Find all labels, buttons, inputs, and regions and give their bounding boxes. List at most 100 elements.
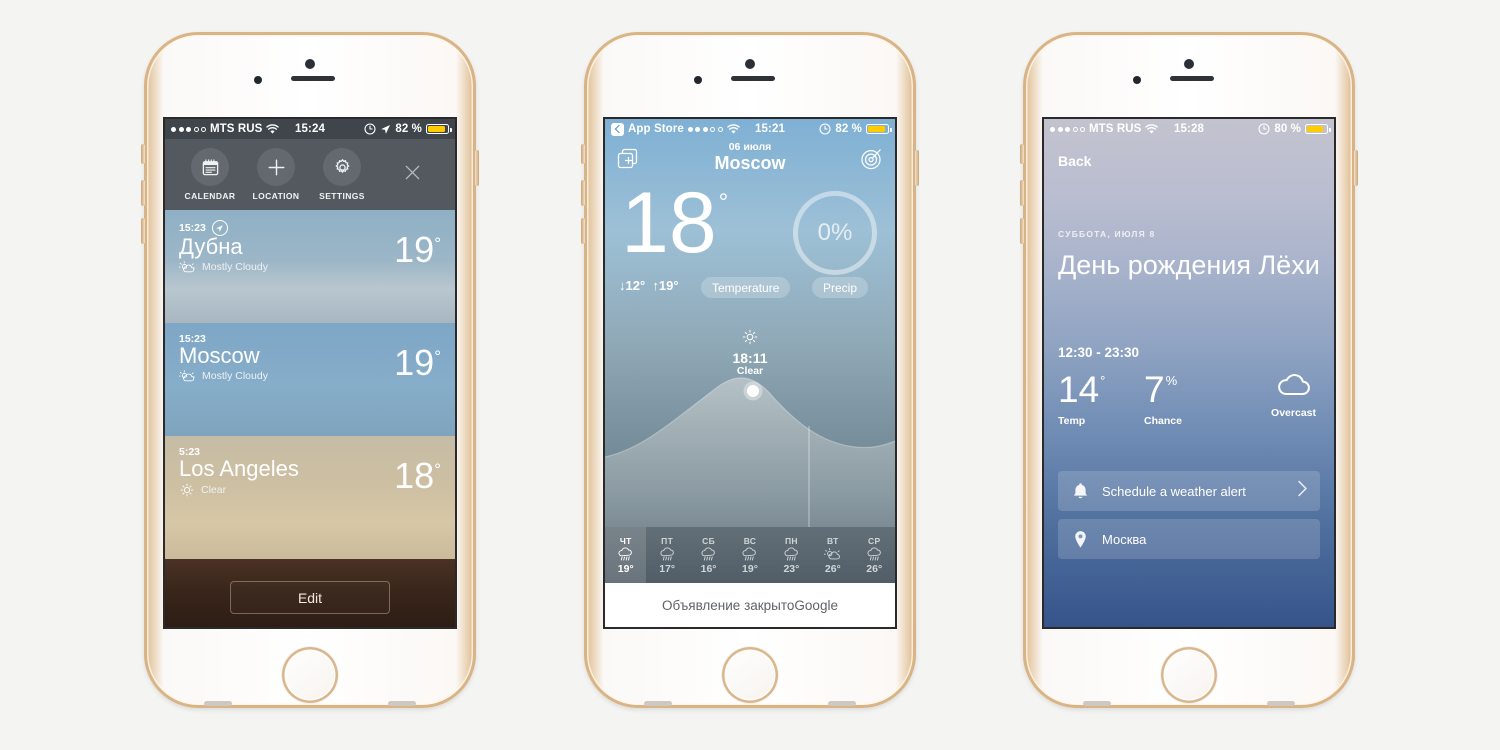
power-button[interactable] [1354, 150, 1358, 186]
forecast-day-name: ВС [743, 535, 757, 546]
carrier-label: MTS RUS [1089, 123, 1142, 135]
toolbar-label-calendar: CALENDAR [184, 191, 236, 201]
volume-down-button[interactable] [581, 218, 585, 244]
back-button[interactable]: Back [1058, 153, 1091, 169]
home-button[interactable] [282, 647, 338, 703]
proximity-sensor [1133, 76, 1141, 84]
metric-condition: Overcast [1271, 371, 1320, 427]
wifi-icon [1145, 123, 1159, 134]
chart-scrubber-handle[interactable] [747, 385, 759, 397]
forecast-day[interactable]: ЧТ 19° [605, 527, 647, 583]
forecast-day[interactable]: ПН 23° [771, 527, 812, 583]
rain-icon [784, 546, 798, 560]
metric-precipitation: 7% Chance [1144, 371, 1240, 427]
front-camera [745, 59, 755, 69]
speaker-grill-left [1083, 701, 1111, 706]
signal-dots-icon [687, 126, 723, 132]
volume-up-button[interactable] [1020, 180, 1024, 206]
forecast-day-name: СР [868, 535, 881, 546]
phone-3-screen[interactable]: MTS RUS 15:28 80 % Back СУББОТА, ИЮЛЯ 8 … [1044, 119, 1334, 627]
row-label: Schedule a weather alert [1102, 483, 1246, 499]
event-title: День рождения Лёхи [1058, 250, 1320, 280]
forecast-day-name: ПН [784, 535, 798, 546]
wifi-icon [266, 123, 280, 134]
volume-down-button[interactable] [1020, 218, 1024, 244]
target-icon[interactable] [859, 147, 883, 171]
status-right: 82 % [364, 123, 452, 135]
forecast-day-temp: 26° [824, 562, 841, 575]
front-camera [305, 59, 315, 69]
battery-percent: 82 % [395, 123, 422, 135]
city-card-los-angeles[interactable]: 5:23 Los Angeles Clear 18° [165, 436, 455, 559]
schedule-weather-alert-row[interactable]: Schedule a weather alert [1058, 471, 1320, 511]
alarm-icon [1258, 123, 1270, 135]
precip-tab[interactable]: Precip [811, 277, 868, 298]
forecast-day[interactable]: ПТ 17° [646, 527, 687, 583]
forecast-day[interactable]: СР 26° [854, 527, 895, 583]
ad-banner[interactable]: Объявление закрыто Google [605, 583, 895, 627]
precip-value: 0% [817, 219, 853, 246]
power-button[interactable] [915, 150, 919, 186]
proximity-sensor [694, 76, 702, 84]
volume-up-button[interactable] [141, 180, 145, 206]
volume-up-button[interactable] [581, 180, 585, 206]
location-row[interactable]: Москва [1058, 519, 1320, 559]
speaker-grill-right [1267, 701, 1295, 706]
partly-cloudy-icon [179, 369, 195, 381]
city-condition: Mostly Cloudy [202, 370, 268, 383]
city-card-dubna[interactable]: 15:23 Дубна Mostly Cloudy 19° [165, 210, 455, 323]
city-condition: Mostly Cloudy [202, 261, 268, 274]
home-button[interactable] [722, 647, 778, 703]
status-left: App Store [611, 122, 740, 136]
carrier-label: MTS RUS [210, 123, 263, 135]
toolbar-button-calendar[interactable]: CALENDAR [177, 148, 243, 201]
phone-1-screen-content: MTS RUS 15:24 82 % CALENDAR LOCATION SET… [165, 119, 455, 627]
city-card-moscow[interactable]: 15:23 Moscow Mostly Cloudy 19° [165, 323, 455, 436]
hour-marker: 18:11 Clear [605, 329, 895, 377]
event-day-label: СУББОТА, ИЮЛЯ 8 [1058, 229, 1156, 239]
forecast-day-temp: 19° [617, 562, 634, 575]
edit-button[interactable]: Edit [230, 581, 390, 614]
status-bar: MTS RUS 15:28 80 % [1044, 119, 1334, 139]
metric-label: Chance [1144, 415, 1182, 427]
front-camera [1184, 59, 1194, 69]
gear-icon [323, 148, 361, 186]
home-button[interactable] [1161, 647, 1217, 703]
forecast-day[interactable]: ВС 19° [729, 527, 770, 583]
power-button[interactable] [475, 150, 479, 186]
mute-switch[interactable] [581, 144, 585, 164]
forecast-day[interactable]: СБ 16° [688, 527, 729, 583]
toolbar-button-location[interactable]: LOCATION [243, 148, 309, 201]
alarm-icon [364, 123, 376, 135]
toolbar-button-settings[interactable]: SETTINGS [309, 148, 375, 201]
toolbar-button-close[interactable] [387, 153, 437, 191]
hi-lo-range: ↓12° ↑19° [619, 278, 679, 293]
location-arrow-icon [381, 124, 391, 134]
mute-switch[interactable] [141, 144, 145, 164]
proximity-sensor [254, 76, 262, 84]
phone-2: App Store 15:21 82 % 06 июля Moscow 18° … [581, 32, 919, 708]
toolbar-label-settings: SETTINGS [319, 191, 365, 201]
alarm-icon [819, 123, 831, 135]
temperature-tab[interactable]: Temperature [701, 277, 791, 298]
forecast-day-name: ПТ [661, 535, 674, 546]
mute-switch[interactable] [1020, 144, 1024, 164]
battery-icon [1305, 124, 1331, 134]
phone-2-screen-content: App Store 15:21 82 % 06 июля Moscow 18° … [605, 119, 895, 627]
event-metrics: 14° Temp 7% Chance Overcast [1058, 371, 1320, 427]
precip-ring: 0% [793, 191, 877, 275]
status-right: 82 % [819, 123, 892, 135]
ad-brand: Google [794, 597, 838, 613]
battery-percent: 82 % [835, 123, 862, 135]
metric-value: 7% [1144, 369, 1178, 410]
status-right: 80 % [1258, 123, 1331, 135]
back-to-app-icon[interactable] [611, 122, 624, 136]
status-left: MTS RUS [1050, 123, 1159, 135]
forecast-day[interactable]: ВТ 26° [812, 527, 853, 583]
forecast-day-name: СБ [702, 535, 715, 546]
phone-2-screen[interactable]: App Store 15:21 82 % 06 июля Moscow 18° … [605, 119, 895, 627]
status-bar: App Store 15:21 82 % [605, 119, 895, 139]
back-app-label[interactable]: App Store [628, 123, 684, 135]
phone-1-screen[interactable]: MTS RUS 15:24 82 % CALENDAR LOCATION SET… [165, 119, 455, 627]
volume-down-button[interactable] [141, 218, 145, 244]
